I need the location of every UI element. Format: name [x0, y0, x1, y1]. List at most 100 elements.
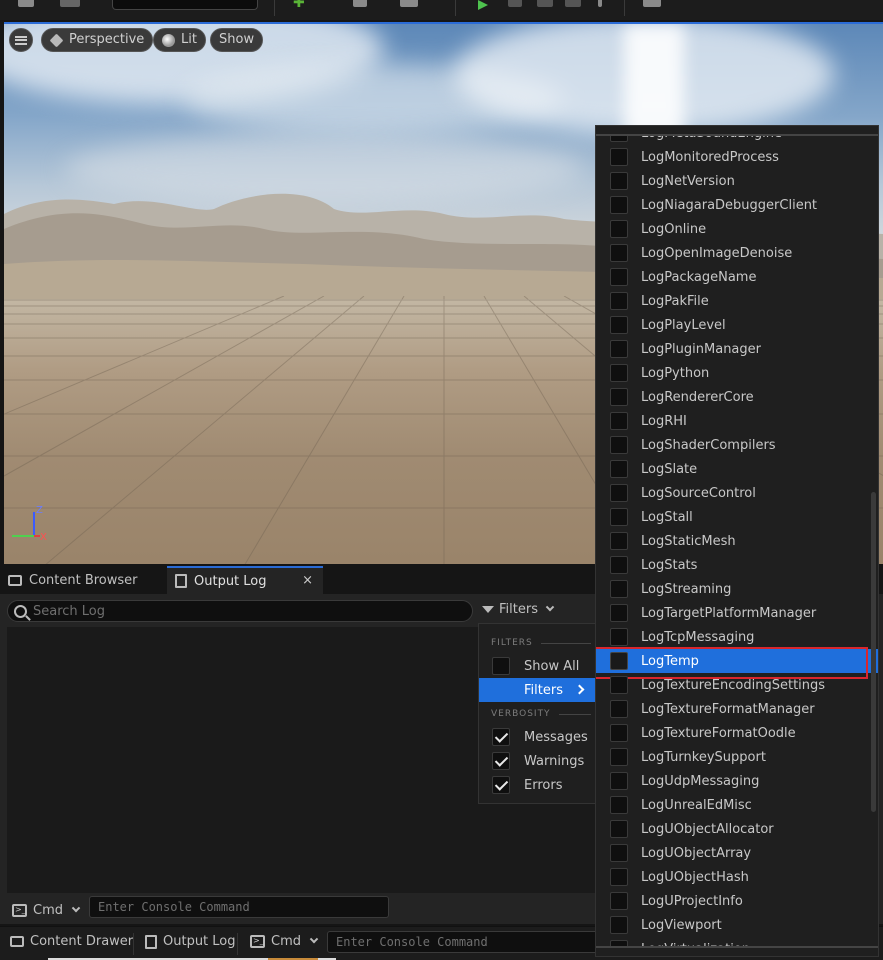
category-checkbox[interactable]: [610, 652, 628, 670]
category-item[interactable]: LogTemp: [596, 647, 878, 679]
add-actor-icon[interactable]: ✚: [293, 0, 305, 10]
tab-content-browser[interactable]: Content Browser: [0, 566, 162, 594]
show-all-checkbox[interactable]: [492, 657, 510, 675]
category-checkbox[interactable]: [610, 604, 628, 622]
category-checkbox[interactable]: [610, 148, 628, 166]
step-icon[interactable]: [508, 0, 522, 7]
category-item[interactable]: LogViewport: [596, 913, 878, 937]
category-checkbox[interactable]: [610, 388, 628, 406]
category-checkbox[interactable]: [610, 796, 628, 814]
verbosity-messages-item[interactable]: Messages: [479, 725, 595, 749]
category-item[interactable]: LogTextureEncodingSettings: [596, 673, 878, 697]
category-checkbox[interactable]: [610, 724, 628, 742]
search-log-input[interactable]: Search Log: [7, 600, 473, 622]
category-item[interactable]: LogSourceControl: [596, 481, 878, 505]
category-item[interactable]: LogTurnkeySupport: [596, 745, 878, 769]
category-checkbox[interactable]: [610, 700, 628, 718]
play-icon[interactable]: [478, 0, 488, 10]
console-command-input[interactable]: Enter Console Command: [89, 896, 389, 918]
show-all-item[interactable]: Show All: [479, 654, 595, 678]
category-item[interactable]: LogSlate: [596, 457, 878, 481]
category-checkbox[interactable]: [610, 844, 628, 862]
category-item[interactable]: LogStats: [596, 553, 878, 577]
cmd-selector-button[interactable]: >_ Cmd: [12, 903, 81, 918]
close-tab-icon[interactable]: ×: [302, 573, 313, 588]
category-item[interactable]: LogUProjectInfo: [596, 889, 878, 913]
category-item[interactable]: LogStreaming: [596, 577, 878, 601]
category-checkbox[interactable]: [610, 292, 628, 310]
category-item[interactable]: LogTextureFormatManager: [596, 697, 878, 721]
category-item[interactable]: LogRendererCore: [596, 385, 878, 409]
category-item[interactable]: LogNetVersion: [596, 169, 878, 193]
toolbar-search-input[interactable]: [112, 0, 258, 10]
category-item[interactable]: LogPlayLevel: [596, 313, 878, 337]
category-checkbox[interactable]: [610, 364, 628, 382]
cinematics-icon[interactable]: [400, 0, 418, 7]
category-checkbox[interactable]: [610, 340, 628, 358]
viewport-options-button[interactable]: [9, 28, 33, 52]
filters-button[interactable]: Filters: [482, 602, 555, 617]
source-control-icon[interactable]: [60, 0, 80, 7]
statusbar-cmd-button[interactable]: >_ Cmd: [250, 934, 319, 949]
category-item[interactable]: LogPackageName: [596, 265, 878, 289]
statusbar-output-log-button[interactable]: Output Log: [145, 934, 236, 949]
tab-output-log[interactable]: Output Log ×: [167, 566, 323, 594]
category-item[interactable]: LogStaticMesh: [596, 529, 878, 553]
stop-icon[interactable]: [537, 0, 553, 7]
category-item[interactable]: LogOpenImageDenoise: [596, 241, 878, 265]
category-checkbox[interactable]: [610, 772, 628, 790]
category-checkbox[interactable]: [610, 532, 628, 550]
category-item[interactable]: LogRHI: [596, 409, 878, 433]
category-item[interactable]: LogUdpMessaging: [596, 769, 878, 793]
errors-checkbox[interactable]: [492, 776, 510, 794]
category-checkbox[interactable]: [610, 628, 628, 646]
show-button[interactable]: Show: [210, 28, 264, 52]
category-item[interactable]: LogTargetPlatformManager: [596, 601, 878, 625]
eject-icon[interactable]: [565, 0, 581, 7]
category-checkbox[interactable]: [610, 508, 628, 526]
category-item[interactable]: LogTcpMessaging: [596, 625, 878, 649]
category-item[interactable]: LogPython: [596, 361, 878, 385]
category-item[interactable]: LogUObjectHash: [596, 865, 878, 889]
category-checkbox[interactable]: [610, 892, 628, 910]
lit-button[interactable]: Lit: [153, 28, 206, 52]
verbosity-errors-item[interactable]: Errors: [479, 773, 595, 797]
category-checkbox[interactable]: [610, 196, 628, 214]
category-item[interactable]: LogPakFile: [596, 289, 878, 313]
category-item[interactable]: LogShaderCompilers: [596, 433, 878, 457]
category-checkbox[interactable]: [610, 436, 628, 454]
more-options-icon[interactable]: [598, 0, 602, 7]
category-checkbox[interactable]: [610, 676, 628, 694]
verbosity-warnings-item[interactable]: Warnings: [479, 749, 595, 773]
category-checkbox[interactable]: [610, 460, 628, 478]
filters-submenu-item[interactable]: Filters: [479, 678, 595, 702]
submenu-scrollbar[interactable]: [871, 492, 876, 812]
category-checkbox[interactable]: [610, 316, 628, 334]
category-checkbox[interactable]: [610, 244, 628, 262]
category-item[interactable]: LogUObjectArray: [596, 841, 878, 865]
category-item[interactable]: LogUObjectAllocator: [596, 817, 878, 841]
category-item[interactable]: LogOnline: [596, 217, 878, 241]
category-checkbox[interactable]: [610, 412, 628, 430]
category-checkbox[interactable]: [610, 556, 628, 574]
category-item[interactable]: LogPluginManager: [596, 337, 878, 361]
warnings-checkbox[interactable]: [492, 752, 510, 770]
category-checkbox[interactable]: [610, 820, 628, 838]
category-checkbox[interactable]: [610, 268, 628, 286]
category-checkbox[interactable]: [610, 580, 628, 598]
platforms-icon[interactable]: [643, 0, 661, 7]
category-item[interactable]: LogTextureFormatOodle: [596, 721, 878, 745]
save-icon[interactable]: [18, 0, 34, 7]
blueprint-icon[interactable]: [353, 0, 367, 7]
category-item[interactable]: LogNiagaraDebuggerClient: [596, 193, 878, 217]
category-checkbox[interactable]: [610, 220, 628, 238]
category-checkbox[interactable]: [610, 916, 628, 934]
category-item[interactable]: LogMonitoredProcess: [596, 145, 878, 169]
category-checkbox[interactable]: [610, 172, 628, 190]
content-drawer-button[interactable]: Content Drawer: [10, 934, 133, 949]
messages-checkbox[interactable]: [492, 728, 510, 746]
perspective-button[interactable]: Perspective: [41, 28, 154, 52]
category-item[interactable]: LogStall: [596, 505, 878, 529]
category-checkbox[interactable]: [610, 748, 628, 766]
category-checkbox[interactable]: [610, 868, 628, 886]
